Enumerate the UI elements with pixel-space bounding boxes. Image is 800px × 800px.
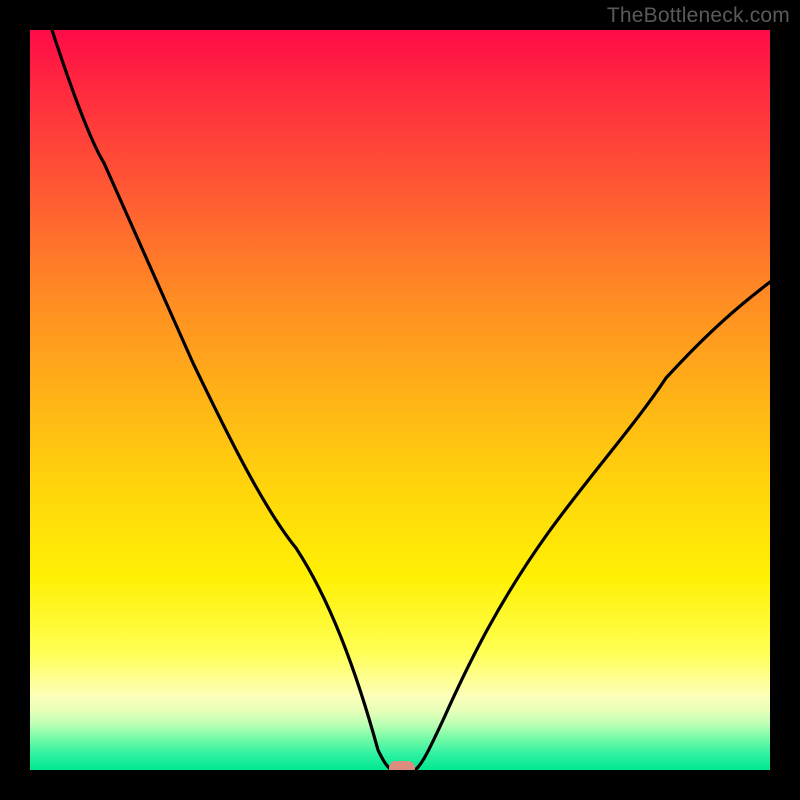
watermark-text: TheBottleneck.com — [607, 4, 790, 28]
curve-left-branch — [52, 30, 393, 770]
bottleneck-curve — [30, 30, 770, 770]
optimal-point-marker — [389, 761, 415, 770]
chart-frame: TheBottleneck.com — [0, 0, 800, 800]
plot-area — [30, 30, 770, 770]
curve-right-branch — [415, 282, 770, 770]
